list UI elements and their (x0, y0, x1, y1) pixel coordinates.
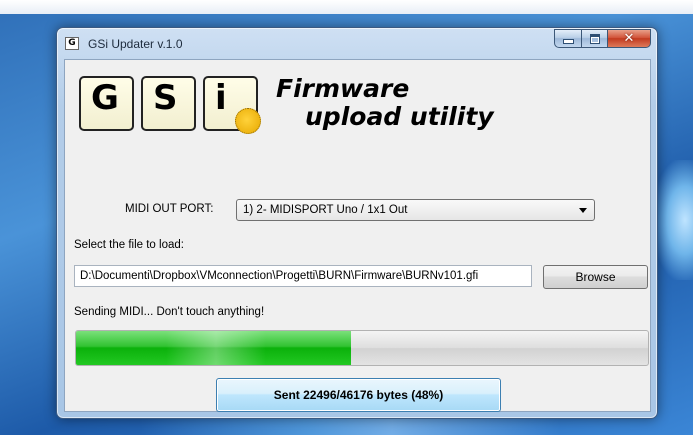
progress-bar (75, 330, 649, 366)
file-path-field[interactable]: D:\Documenti\Dropbox\VMconnection\Proget… (74, 265, 532, 287)
progress-fill (76, 331, 351, 365)
minimize-button[interactable] (554, 29, 581, 48)
sent-status-button[interactable]: Sent 22496/46176 bytes (48%) (216, 378, 501, 412)
midi-out-port-value: 1) 2- MIDISPORT Uno / 1x1 Out (243, 204, 408, 216)
logo-tile-g: G (79, 76, 134, 131)
progress-shine (166, 331, 266, 365)
client-area: G S i Firmware upload utility MIDI OUT P… (64, 59, 651, 412)
close-button[interactable]: ✕ (607, 29, 651, 48)
desktop-top-strip (0, 0, 693, 14)
logo-tile-i: i (203, 76, 261, 134)
window-title: GSi Updater v.1.0 (88, 37, 183, 51)
sun-icon (235, 108, 261, 134)
app-icon[interactable]: G (65, 37, 79, 50)
chevron-down-icon (579, 208, 587, 213)
updater-window: G GSi Updater v.1.0 ✕ G S i Firmware upl… (56, 27, 658, 419)
close-icon: ✕ (623, 31, 635, 46)
desktop-wallpaper-swirl (653, 160, 693, 280)
maximize-icon (589, 33, 600, 44)
midi-out-port-select[interactable]: 1) 2- MIDISPORT Uno / 1x1 Out (236, 199, 595, 221)
midi-out-port-label: MIDI OUT PORT: (125, 203, 214, 215)
minimize-icon (562, 39, 574, 44)
file-select-label: Select the file to load: (74, 239, 184, 251)
heading-firmware: Firmware (276, 74, 410, 103)
logo-tile-i-letter: i (215, 78, 227, 118)
status-message: Sending MIDI... Don't touch anything! (74, 306, 265, 318)
title-bar[interactable]: G GSi Updater v.1.0 ✕ (57, 28, 657, 56)
maximize-button[interactable] (581, 29, 607, 48)
heading-upload-utility: upload utility (305, 102, 494, 131)
caption-buttons: ✕ (554, 29, 651, 48)
logo-tile-s: S (141, 76, 196, 131)
browse-button[interactable]: Browse (543, 265, 648, 289)
